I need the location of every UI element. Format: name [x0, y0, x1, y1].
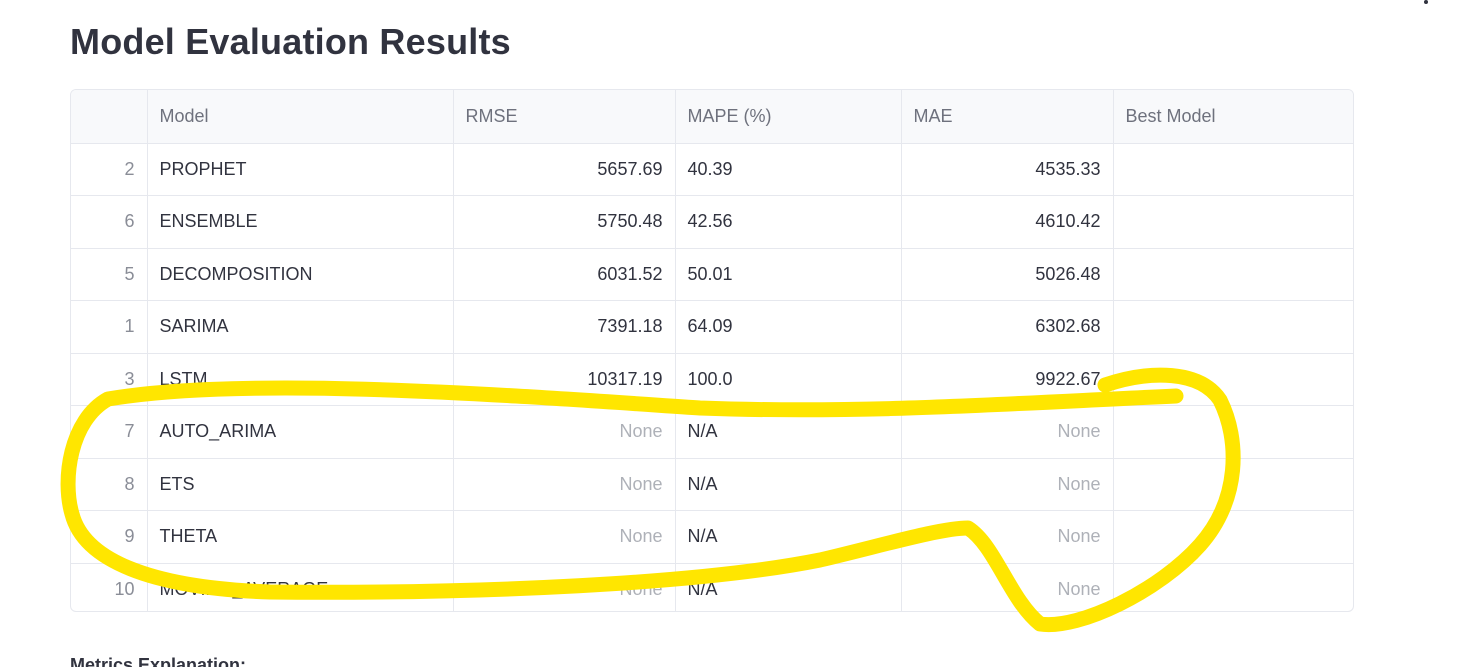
best-model-cell[interactable] [1113, 405, 1353, 459]
table-body: 2 PROPHET 5657.69 40.39 4535.33 6 ENSEMBLE 5750… [71, 143, 1353, 611]
row-index-cell[interactable]: 7 [71, 405, 148, 459]
row-index-cell[interactable]: 6 [71, 195, 148, 249]
mape-cell[interactable]: 40.39 [675, 143, 902, 196]
table-row[interactable]: 10 MOVING_AVERAGE None N/A None [71, 563, 1353, 611]
column-header-index[interactable] [71, 90, 148, 144]
model-name-cell[interactable]: THETA [147, 510, 454, 564]
table-row[interactable]: 7 AUTO_ARIMA None N/A None [71, 405, 1353, 459]
mape-cell[interactable]: N/A [675, 458, 902, 511]
model-name-cell[interactable]: AUTO_ARIMA [147, 405, 454, 459]
model-name-cell[interactable]: DECOMPOSITION [147, 248, 454, 301]
row-index-cell[interactable]: 1 [71, 300, 148, 354]
rmse-cell[interactable]: 5750.48 [453, 195, 676, 249]
mape-cell[interactable]: 42.56 [675, 195, 902, 249]
row-index-cell[interactable]: 3 [71, 353, 148, 406]
page-title: Model Evaluation Results [70, 21, 511, 62]
mae-cell[interactable]: 6302.68 [901, 300, 1114, 354]
model-name-cell[interactable]: PROPHET [147, 143, 454, 196]
row-index-cell[interactable]: 8 [71, 458, 148, 511]
table-row[interactable]: 3 LSTM 10317.19 100.0 9922.67 [71, 353, 1353, 406]
row-index-cell[interactable]: 9 [71, 510, 148, 564]
best-model-cell[interactable] [1113, 248, 1353, 301]
mae-cell[interactable]: 9922.67 [901, 353, 1114, 406]
row-index-cell[interactable]: 2 [71, 143, 148, 196]
table-row[interactable]: 5 DECOMPOSITION 6031.52 50.01 5026.48 [71, 248, 1353, 301]
mape-cell[interactable]: N/A [675, 405, 902, 459]
best-model-cell[interactable] [1113, 510, 1353, 564]
mae-cell[interactable]: 4535.33 [901, 143, 1114, 196]
mape-cell[interactable]: 64.09 [675, 300, 902, 354]
table-row[interactable]: 1 SARIMA 7391.18 64.09 6302.68 [71, 300, 1353, 354]
table-row[interactable]: 8 ETS None N/A None [71, 458, 1353, 511]
mae-cell[interactable]: None [901, 563, 1114, 611]
row-index-cell[interactable]: 10 [71, 563, 148, 611]
model-name-cell[interactable]: SARIMA [147, 300, 454, 354]
model-name-cell[interactable]: LSTM [147, 353, 454, 406]
column-header-mae[interactable]: MAE [901, 90, 1114, 144]
mae-cell[interactable]: None [901, 405, 1114, 459]
rmse-cell[interactable]: None [453, 510, 676, 564]
mape-cell[interactable]: N/A [675, 510, 902, 564]
rmse-cell[interactable]: 5657.69 [453, 143, 676, 196]
mae-cell[interactable]: 4610.42 [901, 195, 1114, 249]
best-model-cell[interactable] [1113, 458, 1353, 511]
rmse-cell[interactable]: 7391.18 [453, 300, 676, 354]
model-name-cell[interactable]: ENSEMBLE [147, 195, 454, 249]
rmse-cell[interactable]: 10317.19 [453, 353, 676, 406]
best-model-cell[interactable] [1113, 563, 1353, 611]
menu-dot[interactable] [1424, 0, 1428, 4]
mape-cell[interactable]: 100.0 [675, 353, 902, 406]
rmse-cell[interactable]: None [453, 458, 676, 511]
metrics-explanation-heading: Metrics Explanation: [70, 655, 247, 667]
best-model-cell[interactable] [1113, 143, 1353, 196]
mape-cell[interactable]: 50.01 [675, 248, 902, 301]
page: Model Evaluation Results Model RMSE MAPE… [0, 0, 1462, 667]
model-name-cell[interactable]: ETS [147, 458, 454, 511]
rmse-cell[interactable]: None [453, 405, 676, 459]
results-table-container[interactable]: Model RMSE MAPE (%) MAE Best Model 2 PROP… [70, 89, 1354, 612]
best-model-cell[interactable] [1113, 300, 1353, 354]
results-table: Model RMSE MAPE (%) MAE Best Model 2 PROP… [71, 90, 1353, 611]
mae-cell[interactable]: None [901, 458, 1114, 511]
table-row[interactable]: 6 ENSEMBLE 5750.48 42.56 4610.42 [71, 195, 1353, 249]
mae-cell[interactable]: None [901, 510, 1114, 564]
table-row[interactable]: 2 PROPHET 5657.69 40.39 4535.33 [71, 143, 1353, 196]
rmse-cell[interactable]: 6031.52 [453, 248, 676, 301]
table-row[interactable]: 9 THETA None N/A None [71, 510, 1353, 564]
best-model-cell[interactable] [1113, 353, 1353, 406]
column-header-rmse[interactable]: RMSE [453, 90, 676, 144]
best-model-cell[interactable] [1113, 195, 1353, 249]
table-header-row: Model RMSE MAPE (%) MAE Best Model [71, 90, 1353, 144]
rmse-cell[interactable]: None [453, 563, 676, 611]
row-index-cell[interactable]: 5 [71, 248, 148, 301]
model-name-cell[interactable]: MOVING_AVERAGE [147, 563, 454, 611]
column-header-best-model[interactable]: Best Model [1113, 90, 1353, 144]
mape-cell[interactable]: N/A [675, 563, 902, 611]
mae-cell[interactable]: 5026.48 [901, 248, 1114, 301]
column-header-mape[interactable]: MAPE (%) [675, 90, 902, 144]
column-header-model[interactable]: Model [147, 90, 454, 144]
